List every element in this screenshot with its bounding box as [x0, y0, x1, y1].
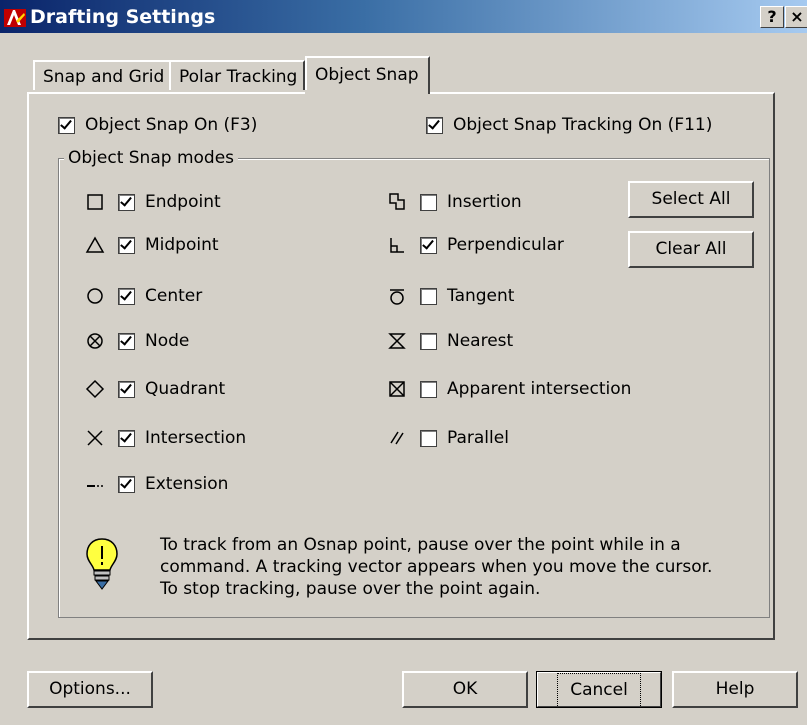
- intersection-checkbox[interactable]: [118, 429, 135, 447]
- mode-insertion[interactable]: Insertion: [386, 190, 522, 214]
- hint-line: To stop tracking, pause over the point a…: [160, 579, 541, 599]
- lightbulb-icon: [82, 536, 122, 592]
- mode-parallel[interactable]: Parallel: [386, 426, 509, 450]
- object-snap-tracking-toggle[interactable]: Object Snap Tracking On (F11): [426, 115, 712, 135]
- quadrant-icon: [84, 378, 106, 400]
- perpendicular-checkbox[interactable]: [420, 236, 437, 254]
- mode-endpoint[interactable]: Endpoint: [84, 190, 221, 214]
- node-label: Node: [145, 331, 190, 351]
- object-snap-tracking-checkbox[interactable]: [426, 116, 443, 134]
- window-title: Drafting Settings: [30, 6, 216, 28]
- mode-perpendicular[interactable]: Perpendicular: [386, 233, 564, 257]
- object-snap-on-checkbox[interactable]: [58, 116, 75, 134]
- parallel-label: Parallel: [447, 428, 509, 448]
- mode-quadrant[interactable]: Quadrant: [84, 377, 225, 401]
- endpoint-checkbox[interactable]: [118, 193, 135, 211]
- mode-node[interactable]: Node: [84, 329, 189, 353]
- cancel-button-label: Cancel: [557, 673, 641, 708]
- parallel-checkbox[interactable]: [420, 429, 437, 447]
- select-all-button[interactable]: Select All: [628, 181, 754, 218]
- node-icon: [84, 330, 106, 352]
- options-button[interactable]: Options...: [27, 671, 153, 708]
- insertion-checkbox[interactable]: [420, 193, 437, 211]
- center-icon: [84, 285, 106, 307]
- center-checkbox[interactable]: [118, 287, 135, 305]
- clear-all-button[interactable]: Clear All: [628, 231, 754, 268]
- extension-label: Extension: [145, 474, 229, 494]
- hint-line: To track from an Osnap point, pause over…: [160, 535, 681, 555]
- quadrant-label: Quadrant: [145, 379, 226, 399]
- quadrant-checkbox[interactable]: [118, 380, 135, 398]
- tab-object-snap[interactable]: Object Snap: [305, 56, 430, 94]
- center-label: Center: [145, 286, 203, 306]
- tangent-label: Tangent: [447, 286, 515, 306]
- help-title-button[interactable]: ?: [760, 6, 784, 28]
- apparent-intersection-icon: [386, 378, 408, 400]
- tab-snap-and-grid[interactable]: Snap and Grid: [33, 60, 171, 90]
- intersection-icon: [84, 427, 106, 449]
- mode-center[interactable]: Center: [84, 284, 202, 308]
- tab-label: Snap and Grid: [43, 67, 165, 87]
- insertion-icon: [386, 191, 408, 213]
- object-snap-tracking-label: Object Snap Tracking On (F11): [453, 115, 713, 135]
- mode-nearest[interactable]: Nearest: [386, 329, 513, 353]
- tangent-icon: [386, 285, 408, 307]
- object-snap-on-label: Object Snap On (F3): [85, 115, 258, 135]
- midpoint-checkbox[interactable]: [118, 236, 135, 254]
- parallel-icon: [386, 427, 408, 449]
- object-snap-on-toggle[interactable]: Object Snap On (F3): [58, 115, 257, 135]
- nearest-checkbox[interactable]: [420, 332, 437, 350]
- help-button[interactable]: Help: [672, 671, 798, 708]
- tab-gap: [305, 90, 428, 94]
- nearest-icon: [386, 330, 408, 352]
- apparent-intersection-label: Apparent intersection: [447, 379, 632, 399]
- cancel-button[interactable]: Cancel: [536, 671, 662, 708]
- tab-polar-tracking[interactable]: Polar Tracking: [169, 60, 305, 90]
- apparent-intersection-checkbox[interactable]: [420, 380, 437, 398]
- perpendicular-label: Perpendicular: [447, 235, 564, 255]
- title-bar: Drafting Settings ? ×: [0, 0, 807, 33]
- mode-extension[interactable]: Extension: [84, 472, 228, 496]
- midpoint-label: Midpoint: [145, 235, 219, 255]
- tab-label: Object Snap: [315, 65, 419, 85]
- endpoint-label: Endpoint: [145, 192, 221, 212]
- midpoint-icon: [84, 234, 106, 256]
- hint-line: command. A tracking vector appears when …: [160, 557, 713, 577]
- mode-intersection[interactable]: Intersection: [84, 426, 246, 450]
- mode-midpoint[interactable]: Midpoint: [84, 233, 219, 257]
- node-checkbox[interactable]: [118, 332, 135, 350]
- ok-button[interactable]: OK: [402, 671, 528, 708]
- extension-icon: [84, 473, 106, 495]
- insertion-label: Insertion: [447, 192, 522, 212]
- close-button[interactable]: ×: [785, 6, 807, 28]
- mode-apparent-intersection[interactable]: Apparent intersection: [386, 377, 631, 401]
- nearest-label: Nearest: [447, 331, 514, 351]
- extension-checkbox[interactable]: [118, 475, 135, 493]
- endpoint-icon: [84, 191, 106, 213]
- intersection-label: Intersection: [145, 428, 247, 448]
- autocad-app-icon: [4, 7, 26, 27]
- tab-label: Polar Tracking: [179, 67, 298, 87]
- mode-tangent[interactable]: Tangent: [386, 284, 514, 308]
- group-title: Object Snap modes: [64, 148, 239, 168]
- tracking-hint-text: To track from an Osnap point, pause over…: [160, 534, 750, 600]
- tangent-checkbox[interactable]: [420, 287, 437, 305]
- perpendicular-icon: [386, 234, 408, 256]
